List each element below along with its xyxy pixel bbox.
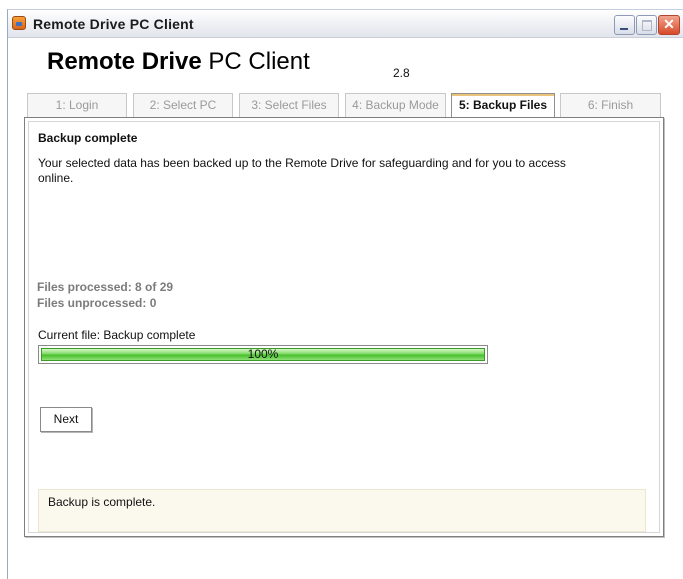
next-button[interactable]: Next [40,407,92,432]
title-bar[interactable]: Remote Drive PC Client ✕ [8,10,683,38]
tab-backup-files[interactable]: 5: Backup Files [451,93,555,118]
status-box: Backup is complete. [38,489,646,532]
files-processed-label: Files processed: 8 of 29 [37,280,174,294]
files-unprocessed-label: Files unprocessed: 0 [37,296,157,310]
tab-select-files[interactable]: 3: Select Files [239,93,339,117]
progress-label: 100% [247,347,279,361]
current-file-label: Current file: Backup complete [38,328,196,342]
tab-backup-mode[interactable]: 4: Backup Mode [345,93,446,117]
close-icon: ✕ [663,16,675,32]
tab-finish[interactable]: 6: Finish [560,93,661,117]
tab-select-pc[interactable]: 2: Select PC [133,93,233,117]
progress-bar: 100% [38,345,488,364]
version-label: 2.8 [393,66,410,80]
status-message: Backup is complete. [48,495,156,509]
section-heading: Backup complete [38,131,138,145]
minimize-button[interactable] [614,15,635,35]
window-title: Remote Drive PC Client [33,16,194,32]
close-button[interactable]: ✕ [658,15,680,35]
brand-logo: Remote Drive PC Client [47,48,310,76]
backup-files-panel: Backup complete Your selected data has b… [24,117,664,537]
maximize-button[interactable] [636,15,657,35]
brand-name-regular: PC Client [201,48,310,75]
brand-name-bold: Remote Drive [47,48,202,75]
tab-login[interactable]: 1: Login [27,93,127,117]
app-icon [12,16,26,30]
description-text: Your selected data has been backed up to… [38,156,566,185]
